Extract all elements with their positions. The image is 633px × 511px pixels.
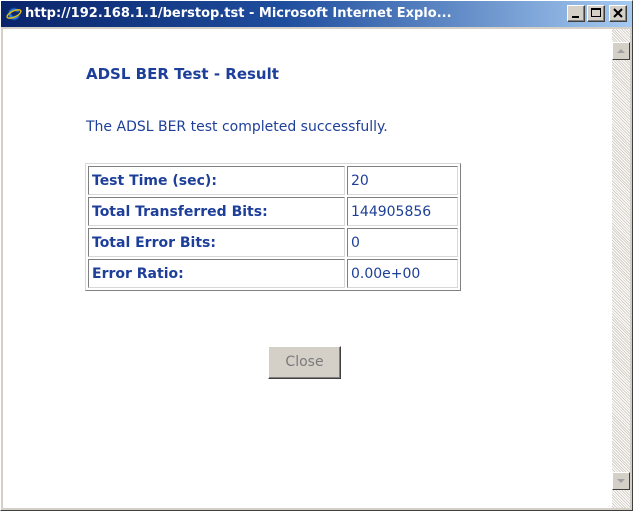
- scroll-down-button[interactable]: [612, 472, 630, 490]
- table-row: Total Transferred Bits: 144905856: [88, 197, 458, 226]
- row-value: 0: [347, 228, 458, 257]
- window-title: http://192.168.1.1/berstop.tst - Microso…: [25, 6, 452, 21]
- arrow-up-icon: [617, 49, 625, 53]
- internet-explorer-icon: [6, 6, 22, 22]
- page-title: ADSL BER Test - Result: [86, 65, 279, 83]
- minimize-icon: [572, 16, 579, 18]
- row-value: 20: [347, 166, 458, 195]
- row-label: Test Time (sec):: [88, 166, 345, 195]
- arrow-down-icon: [617, 479, 625, 483]
- scroll-up-button[interactable]: [612, 42, 630, 60]
- minimize-button[interactable]: [567, 5, 585, 22]
- close-button[interactable]: Close: [268, 346, 341, 379]
- maximize-button[interactable]: [587, 5, 605, 22]
- row-label: Total Transferred Bits:: [88, 197, 345, 226]
- results-table: Test Time (sec): 20 Total Transferred Bi…: [85, 163, 461, 291]
- row-value: 0.00e+00: [347, 259, 458, 288]
- close-window-button[interactable]: [609, 5, 627, 22]
- vertical-scrollbar[interactable]: [612, 29, 630, 508]
- close-icon: [613, 8, 623, 18]
- row-value: 144905856: [347, 197, 458, 226]
- table-row: Error Ratio: 0.00e+00: [88, 259, 458, 288]
- table-row: Total Error Bits: 0: [88, 228, 458, 257]
- status-message: The ADSL BER test completed successfully…: [86, 119, 388, 135]
- browser-window: http://192.168.1.1/berstop.tst - Microso…: [0, 0, 633, 511]
- row-label: Error Ratio:: [88, 259, 345, 288]
- title-bar[interactable]: http://192.168.1.1/berstop.tst - Microso…: [1, 1, 632, 27]
- row-label: Total Error Bits:: [88, 228, 345, 257]
- table-row: Test Time (sec): 20: [88, 166, 458, 195]
- maximize-icon: [591, 8, 601, 17]
